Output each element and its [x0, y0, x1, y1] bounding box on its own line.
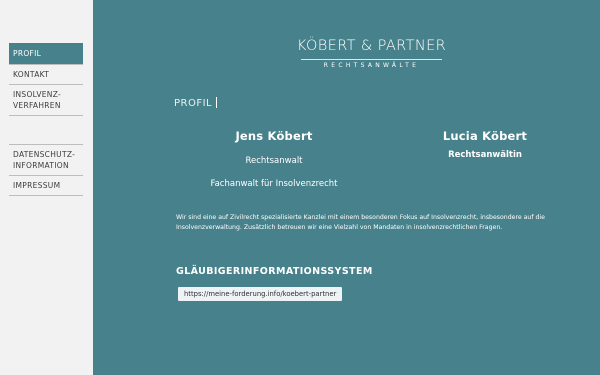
logo-divider [301, 59, 442, 60]
nav-item-insolvenzverfahren[interactable]: INSOLVENZ- VERFAHREN [9, 85, 83, 116]
nav-item-label-line2: VERFAHREN [13, 101, 61, 110]
nav-item-profil[interactable]: PROFIL [9, 43, 83, 65]
person-card-lucia: Lucia Köbert Rechtsanwältin [398, 129, 572, 160]
main-content: KÖBERT & PARTNER RECHTSANWÄLTE PROFIL Je… [93, 0, 600, 375]
nav-item-label-line1: DATENSCHUTZ- [13, 150, 76, 159]
person-title: Rechtsanwalt [245, 156, 303, 166]
person-specialization: Fachanwalt für Insolvenzrecht [210, 179, 338, 189]
person-card-jens: Jens Köbert Rechtsanwalt Fachanwalt für … [191, 129, 357, 189]
nav-group-primary: PROFIL KONTAKT INSOLVENZ- VERFAHREN [9, 43, 83, 116]
nav-item-label-line2: INFORMATION [13, 161, 69, 170]
person-name: Jens Köbert [235, 129, 313, 143]
sidebar: PROFIL KONTAKT INSOLVENZ- VERFAHREN DATE… [0, 0, 93, 375]
nav-item-kontakt[interactable]: KONTAKT [9, 65, 83, 85]
logo-name: KÖBERT & PARTNER [296, 38, 447, 54]
creditor-info-heading: GLÄUBIGERINFORMATIONSSYSTEM [176, 266, 373, 277]
page-title-text: PROFIL [174, 98, 213, 109]
person-title: Rechtsanwältin [448, 150, 522, 160]
nav-item-label-line1: INSOLVENZ- [13, 90, 62, 99]
logo-subtitle: RECHTSANWÄLTE [323, 62, 420, 69]
description-text: Wir sind eine auf Zivilrecht spezialisie… [176, 214, 545, 231]
nav-item-label: PROFIL [13, 49, 42, 58]
creditor-info-link[interactable]: https://meine-forderung.info/koebert-par… [178, 287, 343, 301]
logo: KÖBERT & PARTNER RECHTSANWÄLTE [293, 38, 450, 69]
nav-item-label: KONTAKT [13, 70, 50, 79]
nav-item-impressum[interactable]: IMPRESSUM [9, 176, 83, 196]
nav-item-datenschutz[interactable]: DATENSCHUTZ- INFORMATION [9, 145, 83, 176]
page-title: PROFIL [174, 97, 218, 109]
title-cursor-bar [216, 97, 218, 108]
person-name: Lucia Köbert [442, 129, 528, 143]
nav-group-secondary: DATENSCHUTZ- INFORMATION IMPRESSUM [9, 144, 83, 196]
nav-item-label: IMPRESSUM [13, 181, 61, 190]
